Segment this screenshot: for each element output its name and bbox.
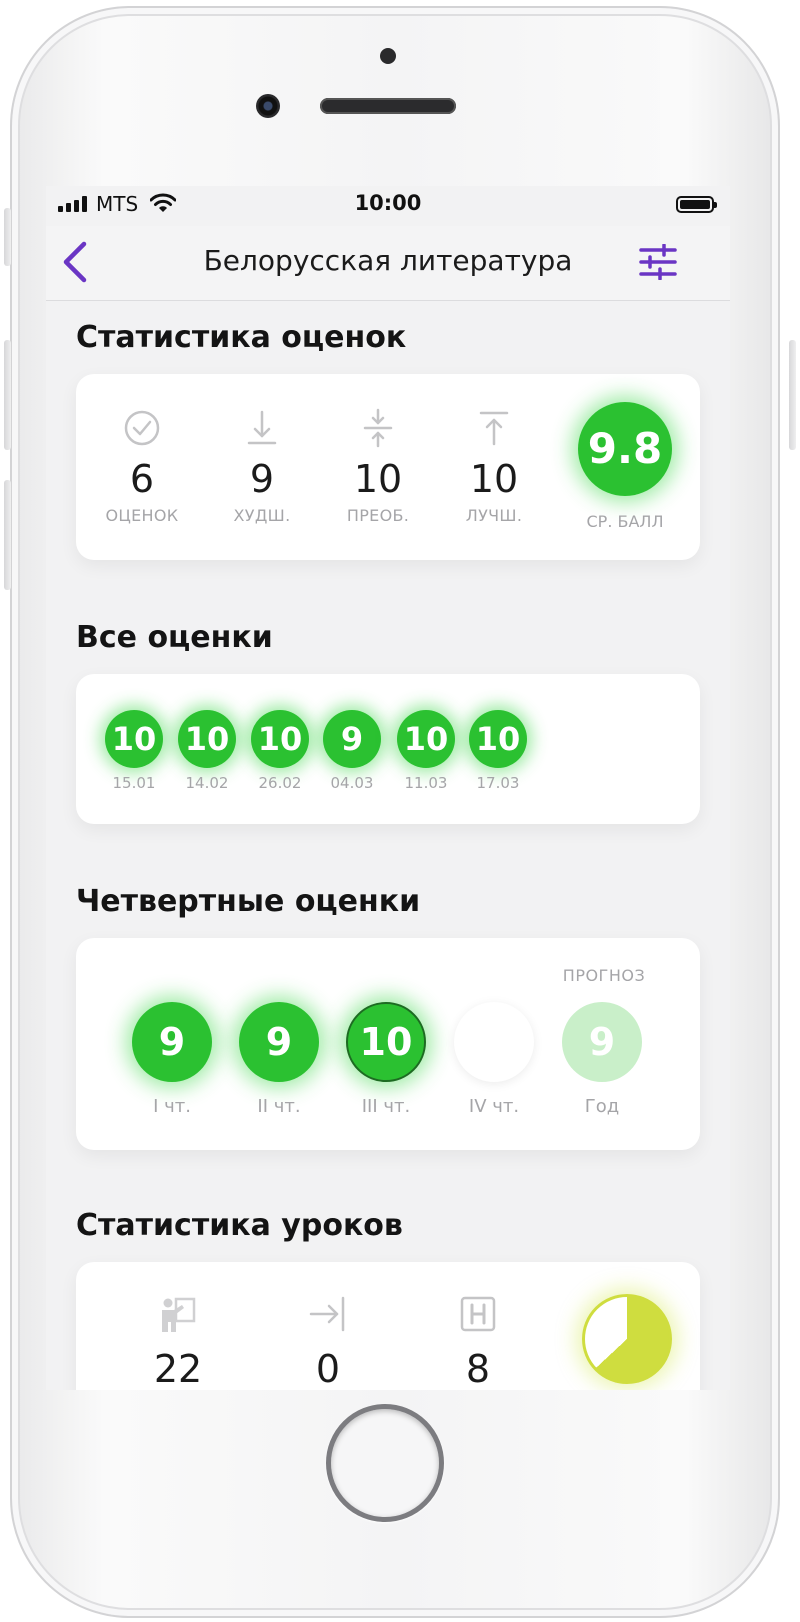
quarter-label: Год	[584, 1096, 620, 1117]
power-button	[789, 340, 796, 450]
stat-label: ХУДШ.	[233, 506, 291, 525]
home-button[interactable]	[326, 1404, 444, 1522]
lesson-stats-title: Статистика уроков	[76, 1208, 403, 1243]
grade-date: 11.03	[404, 774, 448, 792]
average-grade-label: СР. БАЛЛ	[586, 512, 664, 531]
quarter-label: IV чт.	[468, 1096, 520, 1117]
grade-badge: 10	[178, 710, 236, 768]
stat-value: 6	[129, 457, 155, 501]
stat-best: 10 ЛУЧШ.	[434, 408, 554, 525]
lesson-value: 22	[153, 1347, 203, 1390]
quarter-label: III чт.	[361, 1096, 411, 1117]
volume-up-button	[4, 340, 11, 450]
quarter-badge: 9	[132, 1002, 212, 1082]
quarter-label: II чт.	[257, 1096, 301, 1117]
all-grades-title: Все оценки	[76, 620, 273, 655]
stat-value: 10	[353, 457, 403, 501]
sliders-icon[interactable]	[638, 244, 678, 280]
average-grade-badge: 9.8	[578, 402, 672, 496]
quarter-item[interactable]: IV чт.	[444, 1002, 544, 1117]
clock: 10:00	[354, 191, 422, 215]
grade-item[interactable]: 10 11.03	[396, 710, 456, 792]
grade-item[interactable]: 10 14.02	[177, 710, 237, 792]
grade-stats-title: Статистика оценок	[76, 320, 407, 355]
quarter-item[interactable]: 10 III чт.	[336, 1002, 436, 1117]
lesson-value: 8	[465, 1347, 491, 1390]
check-circle-icon	[124, 410, 160, 446]
stat-worst: 9 ХУДШ.	[202, 408, 322, 525]
grade-date: 26.02	[258, 774, 302, 792]
navigation-bar: Белорусская литература	[46, 226, 730, 301]
proximity-sensor	[380, 48, 396, 64]
lesson-stats-card: 22 0 8	[76, 1262, 700, 1390]
quarter-grades-card: ПРОГНОЗ 9 I чт. 9 II чт. 10 III чт. IV ч…	[76, 938, 700, 1150]
grade-date: 14.02	[185, 774, 229, 792]
quarter-badge: 9	[239, 1002, 319, 1082]
quarter-item[interactable]: 9 Год	[552, 1002, 652, 1117]
stat-label: ОЦЕНОК	[105, 506, 179, 525]
stat-prevailing: 10 ПРЕОБ.	[318, 408, 438, 525]
stat-value: 9	[249, 457, 275, 501]
screen: MTS 10:00 Белорусская литература Статист…	[46, 186, 730, 1390]
forecast-label: ПРОГНОЗ	[562, 966, 646, 985]
lesson-value: 0	[315, 1347, 341, 1390]
grade-date: 04.03	[330, 774, 374, 792]
battery-icon	[676, 196, 717, 213]
grade-badge: 10	[469, 710, 527, 768]
absent-h-icon	[460, 1296, 496, 1332]
grade-badge: 10	[251, 710, 309, 768]
lesson-stat-absent: 8	[418, 1294, 538, 1390]
late-arrow-icon	[309, 1296, 345, 1332]
earpiece-speaker	[320, 98, 456, 114]
attended-lesson-icon	[162, 1297, 196, 1332]
quarter-item[interactable]: 9 I чт.	[122, 1002, 222, 1117]
all-grades-card: 10 15.01 10 14.02 10 26.02 9 04.03 10 11…	[76, 674, 700, 824]
grade-badge: 10	[105, 710, 163, 768]
quarter-label: I чт.	[153, 1096, 191, 1117]
grade-item[interactable]: 10 17.03	[468, 710, 528, 792]
attendance-pie-chart	[582, 1294, 672, 1384]
grade-date: 15.01	[112, 774, 156, 792]
quarter-badge	[454, 1002, 534, 1082]
status-bar: MTS 10:00	[46, 186, 730, 226]
stat-grades-count: 6 ОЦЕНОК	[82, 408, 202, 525]
grade-item[interactable]: 10 26.02	[250, 710, 310, 792]
page-title: Белорусская литература	[203, 244, 573, 277]
volume-down-button	[4, 480, 11, 590]
grade-stats-card: 6 ОЦЕНОК 9 ХУДШ. 10 ПРЕОБ. 10 ЛУЧШ. 9.8 …	[76, 374, 700, 560]
stat-label: ЛУЧШ.	[465, 506, 523, 525]
mute-switch	[4, 208, 11, 266]
quarter-badge: 9	[562, 1002, 642, 1082]
quarter-grades-title: Четвертные оценки	[76, 884, 421, 919]
grade-item[interactable]: 10 15.01	[104, 710, 164, 792]
grade-item[interactable]: 9 04.03	[322, 710, 382, 792]
compress-icon	[363, 408, 393, 448]
front-camera	[256, 94, 280, 118]
lesson-stat-attended: 22	[118, 1294, 238, 1390]
quarter-item[interactable]: 9 II чт.	[229, 1002, 329, 1117]
lesson-stat-late: 0	[268, 1294, 388, 1390]
arrow-down-icon	[247, 410, 277, 445]
grade-date: 17.03	[476, 774, 520, 792]
arrow-up-icon	[479, 411, 509, 446]
grade-badge: 9	[323, 710, 381, 768]
stat-label: ПРЕОБ.	[346, 506, 410, 525]
quarter-badge: 10	[346, 1002, 426, 1082]
stat-value: 10	[469, 457, 519, 501]
grade-badge: 10	[397, 710, 455, 768]
